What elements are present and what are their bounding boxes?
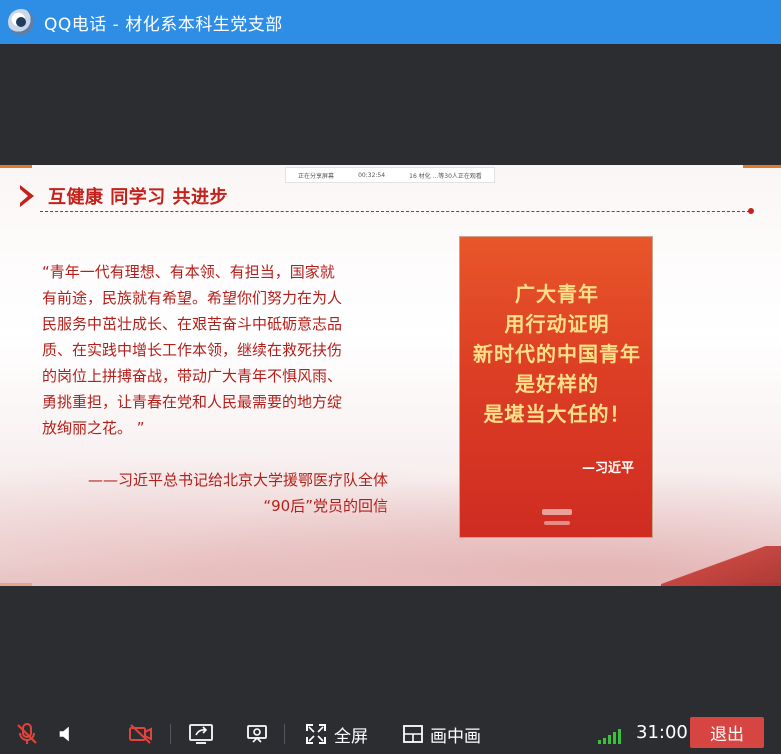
- slide-corner-accent: [0, 165, 32, 168]
- quote-line: 勇挑重担，让青春在党和人民最需要的地方绽: [42, 393, 343, 411]
- quote-line: 的岗位上拼搏奋战，带动广大青年不惧风雨、: [42, 367, 343, 385]
- share-screen-icon[interactable]: [188, 721, 214, 747]
- slide-background-mountain: [661, 546, 781, 586]
- slogan-line: 用行动证明: [504, 312, 610, 336]
- title-bar[interactable]: QQ电话 - 材化系本科生党支部: [0, 0, 781, 44]
- call-toolbar: 全屏 画中画 31:00 退出: [0, 712, 781, 754]
- pip-button[interactable]: 画中画: [430, 722, 481, 747]
- toolbar-separator: [284, 724, 285, 744]
- heading-divider: [40, 211, 750, 212]
- slogan-line: 广大青年: [515, 282, 599, 306]
- share-elapsed-time: 00:32:54: [358, 171, 386, 179]
- call-timer: 31:00: [636, 722, 688, 743]
- fullscreen-icon[interactable]: [303, 721, 329, 747]
- quote-line: 质、在实践中增长工作本领，继续在救死扶伤: [42, 341, 343, 359]
- qq-call-window: QQ电话 - 材化系本科生党支部 正在分享屏幕 00:32:54 16 材化 .…: [0, 0, 781, 754]
- exit-button[interactable]: 退出: [690, 717, 764, 748]
- poster-author: —习近平: [581, 461, 634, 476]
- poster-logo-mark: [542, 509, 572, 515]
- source-line: ——习近平总书记给北京大学援鄂医疗队全体: [87, 471, 388, 489]
- slide-header: 互健康 同学习 共进步: [18, 183, 228, 209]
- fullscreen-button[interactable]: 全屏: [334, 722, 368, 747]
- mic-muted-icon[interactable]: [14, 721, 40, 747]
- source-line: “90后”党员的回信: [263, 497, 388, 515]
- shared-screen: 正在分享屏幕 00:32:54 16 材化 ...等30人正在观看 互健康 同学…: [0, 165, 781, 586]
- poster-slogan: 广大青年 用行动证明 新时代的中国青年 是好样的 是堪当大任的！: [460, 279, 654, 429]
- screen-share-status-bar[interactable]: 正在分享屏幕 00:32:54 16 材化 ...等30人正在观看: [285, 167, 495, 183]
- quote-line: 有前途，民族就有希望。希望你们努力在为人: [42, 289, 343, 307]
- camera-off-icon[interactable]: [128, 721, 154, 747]
- speaker-icon[interactable]: [54, 721, 80, 747]
- quote-line: 民服务中茁壮成长、在艰苦奋斗中砥砺意志品: [42, 315, 343, 333]
- slogan-line: 是好样的: [515, 372, 599, 396]
- screenshot-icon[interactable]: [244, 721, 270, 747]
- chevron-right-icon: [18, 183, 38, 209]
- slogan-line: 新时代的中国青年: [473, 342, 641, 366]
- signal-strength-icon: [598, 728, 628, 744]
- share-viewers-text: 16 材化 ...等30人正在观看: [409, 172, 482, 180]
- quote-source: ——习近平总书记给北京大学援鄂医疗队全体 “90后”党员的回信: [50, 467, 388, 519]
- qq-logo-icon: [8, 9, 34, 35]
- share-status-text: 正在分享屏幕: [298, 172, 335, 180]
- quote-line: 放绚丽之花。 ”: [42, 419, 145, 437]
- slide-corner-accent: [743, 165, 781, 168]
- slide-heading: 互健康 同学习 共进步: [48, 187, 229, 208]
- poster-logo-mark: [544, 521, 570, 525]
- toolbar-separator: [170, 724, 171, 744]
- picture-in-picture-icon[interactable]: [400, 721, 426, 747]
- slide-quote: “青年一代有理想、有本领、有担当，国家就 有前途，民族就有希望。希望你们努力在为…: [42, 259, 387, 441]
- quote-line: “青年一代有理想、有本领、有担当，国家就: [42, 263, 335, 281]
- window-title: QQ电话 - 材化系本科生党支部: [44, 14, 283, 35]
- slogan-poster: 广大青年 用行动证明 新时代的中国青年 是好样的 是堪当大任的！ —习近平: [459, 236, 653, 538]
- slogan-line: 是堪当大任的！: [483, 402, 631, 426]
- heading-divider-dot: [748, 208, 754, 214]
